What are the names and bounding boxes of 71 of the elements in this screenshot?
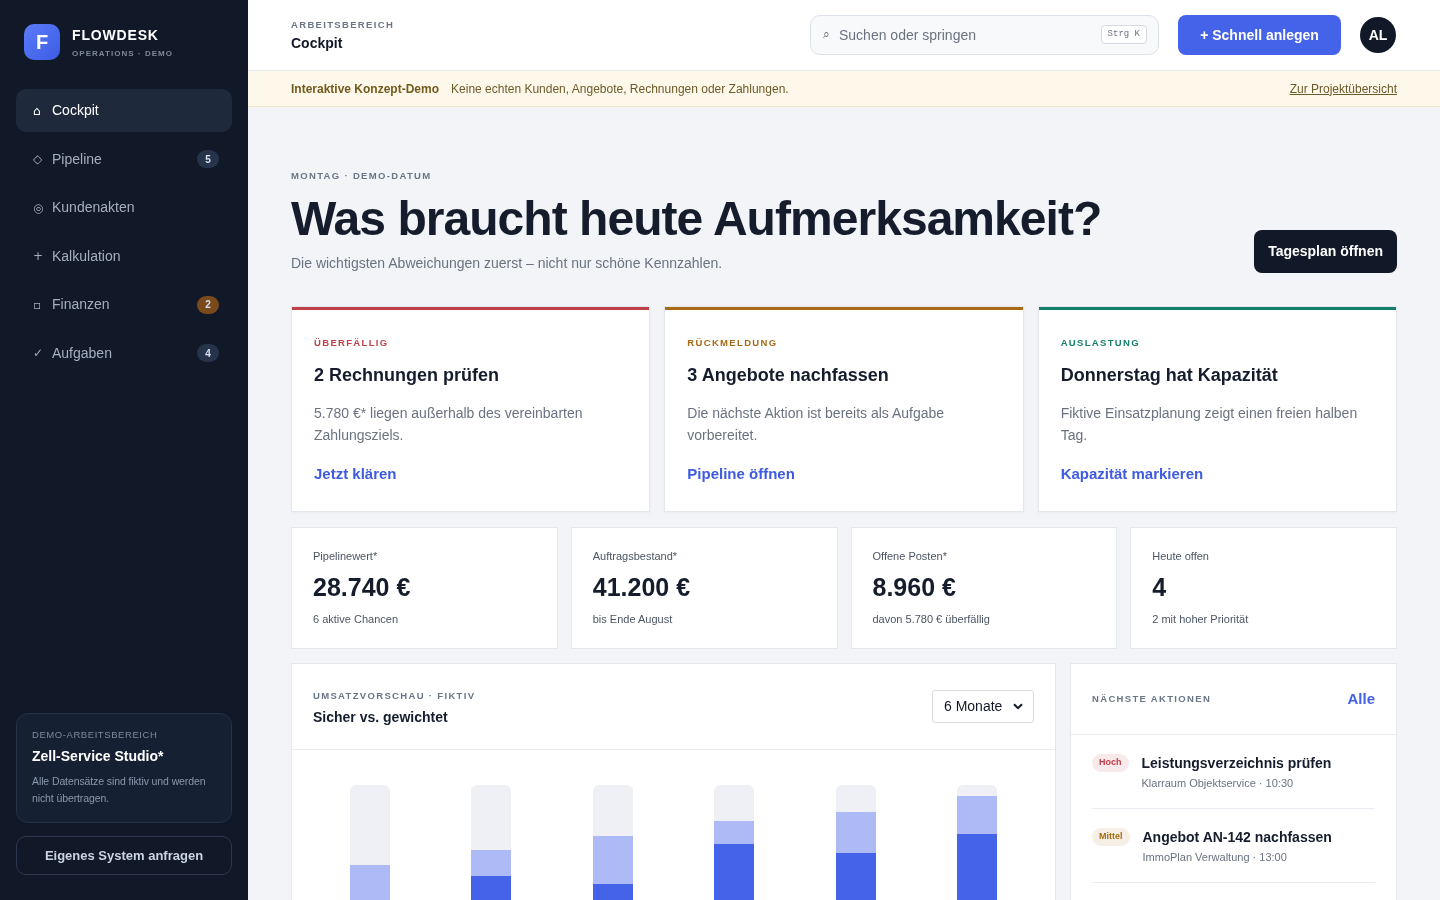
project-overview-link[interactable]: Zur Projektübersicht [1289,79,1397,98]
kpi-value: 4 [1152,572,1167,602]
alert-text: 5.780 €* liegen außerhalb des vereinbarten Zahlungsziels. [314,404,584,445]
alert-kicker: ÜBERFÄLLIG [314,337,389,349]
nav-item[interactable]: ⌂ Cockpit [16,89,232,132]
house-icon: ⌂ [33,104,52,117]
count-badge: 4 [197,344,219,363]
workspace-kicker: DEMO-ARBEITSBEREICH [32,729,159,741]
alert-text: Die nächste Aktion ist bereits als Aufgabe vorbereitet. [687,404,946,445]
all-actions-link[interactable]: Alle [1347,687,1375,711]
kpi-label: Pipelinewert* [313,549,378,563]
kpi-value: 28.740 € [313,572,411,602]
nav-item[interactable]: ✓ Aufgaben 4 [16,331,232,375]
square-icon: ▫ [33,298,52,311]
action-meta: Klarraum Objektservice · 10:30 [1141,776,1294,790]
alert-title: 2 Rechnungen prüfen [314,364,499,387]
action-title[interactable]: Leistungsverzeichnis prüfen [1141,754,1332,772]
action-title[interactable]: Angebot AN-142 nachfassen [1142,828,1332,846]
quick-create-button[interactable]: + Schnell anlegen [1178,15,1341,55]
kpi-value: 8.960 € [872,572,956,602]
alert-title: Donnerstag hat Kapazität [1060,364,1278,387]
alert-text: Fiktive Einsatzplanung zeigt einen freien halben Tag. [1060,404,1359,445]
diamond-icon: ◇ [33,153,52,166]
request-system-button[interactable]: Eigenes System anfragen [16,836,232,875]
date-kicker: MONTAG · DEMO-DATUM [291,170,432,182]
workspace-name: Zell-Service Studio* [32,747,165,765]
demo-banner-text: Keine echten Kunden, Angebote, Rechnungen oder Zahlungen. [451,80,789,98]
hero-subtitle: Die wichtigsten Abweichungen zuerst – nicht nur schöne Kennzahlen. [291,254,723,273]
forecast-title: Sicher vs. gewichtet [313,708,448,726]
check-icon: ✓ [33,347,52,360]
chevron-down-icon [1013,703,1023,710]
alert-kicker: RÜCKMELDUNG [687,337,778,349]
kpi-value: 41.200 € [592,572,691,602]
brand-name: FLOWDESK [72,25,159,44]
app-logo: F [24,24,60,60]
workspace-note: Alle Datensätze sind fiktiv und werden nicht übertragen. [32,774,207,806]
header-kicker: ARBEITSBEREICH [291,18,395,31]
ring-icon: ◎ [33,201,52,214]
page-title: Cockpit [291,33,343,52]
shortcut-hint: Strg K [1100,25,1147,44]
kpi-note: 6 aktive Chancen [313,612,398,626]
nav-item[interactable]: + Kalkulation [16,234,232,278]
kpi-label: Offene Posten* [872,549,947,563]
nav-item[interactable]: ◎ Kundenakten [16,186,232,230]
count-badge: 2 [197,295,219,314]
kpi-note: 2 mit hoher Priorität [1152,612,1249,626]
forecast-kicker: UMSATZVORSCHAU · FIKTIV [313,690,476,702]
count-badge: 5 [197,150,219,169]
nav-item[interactable]: ◇ Pipeline 5 [16,137,232,181]
action-meta: ImmoPlan Verwaltung · 13:00 [1142,850,1287,864]
alert-link[interactable]: Kapazität markieren [1060,464,1204,484]
actions-kicker: NÄCHSTE AKTIONEN [1092,693,1212,705]
demo-banner-title: Interaktive Konzept-Demo [291,80,440,98]
kpi-label: Auftragsbestand* [592,549,678,563]
nav-item[interactable]: ▫ Finanzen 2 [16,283,232,327]
user-avatar[interactable]: AL [1360,17,1396,53]
kpi-note: davon 5.780 € überfällig [872,612,990,626]
day-plan-button[interactable]: Tagesplan öffnen [1254,230,1397,273]
priority-tag: Hoch [1092,754,1129,772]
plus-icon: + [33,250,52,263]
kpi-note: bis Ende August [592,612,673,626]
search-icon: ⌕ [823,28,830,40]
alert-link[interactable]: Jetzt klären [314,464,397,484]
hero-heading: Was braucht heute Aufmerksamkeit? [291,193,1102,245]
alert-link[interactable]: Pipeline öffnen [687,464,795,484]
kpi-label: Heute offen [1152,549,1209,563]
brand-tagline: OPERATIONS · DEMO [72,48,174,59]
period-select[interactable]: 6 Monate [932,690,1034,723]
priority-tag: Mittel [1092,828,1130,846]
alert-title: 3 Angebote nachfassen [687,364,889,387]
alert-kicker: AUSLASTUNG [1060,337,1140,349]
